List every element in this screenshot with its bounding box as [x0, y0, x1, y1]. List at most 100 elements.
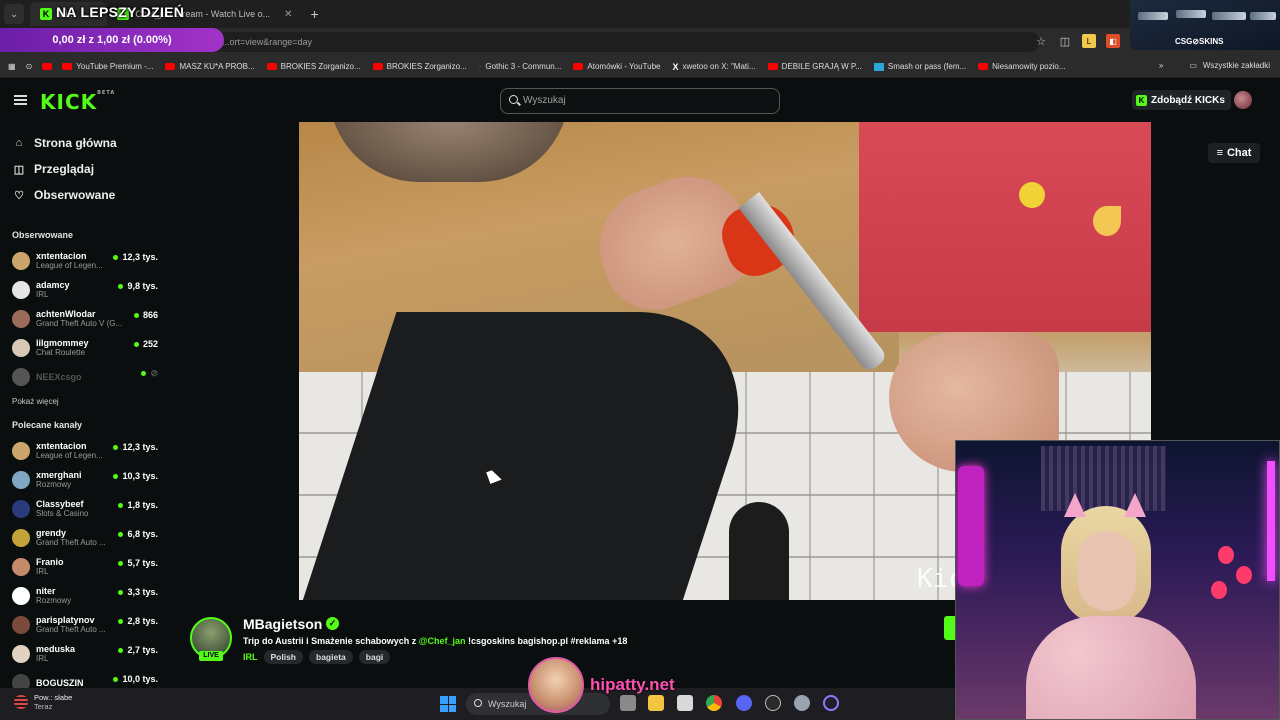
channel-info: NEEXcsgo — [36, 372, 82, 382]
viewer-count: 12,3 tys. — [113, 252, 158, 262]
sidebar-channel[interactable]: xntentacion League of Legen... 12,3 tys. — [0, 246, 170, 275]
sidebar-channel[interactable]: niter Rozmowy 3,3 tys. — [0, 581, 170, 610]
bookmark-item[interactable]: Atomówki - YouTube — [573, 62, 660, 71]
show-more-link[interactable]: Pokaż więcej — [0, 397, 170, 406]
tab-search-button[interactable]: ⌄ — [4, 4, 24, 24]
chrome-icon[interactable] — [706, 695, 722, 711]
viewer-count: 2,7 tys. — [118, 645, 158, 655]
weapon-skin-image — [1250, 12, 1276, 20]
avatar — [12, 280, 30, 299]
star-icon[interactable]: ☆ — [1034, 34, 1048, 48]
channel-category: Grand Theft Auto V (G... — [36, 319, 123, 328]
streamer-watermark-text: hipatty.net — [590, 675, 675, 694]
logo-text: KICK — [40, 90, 98, 114]
channel-info: niter Rozmowy — [36, 586, 71, 605]
heart-icon: ♡ — [14, 189, 24, 202]
bookmark-item[interactable]: · Gothic 3 - Commun... — [479, 62, 562, 71]
category-link[interactable]: IRL — [243, 652, 258, 662]
bookmark-item[interactable]: Niesamowity pozio... — [978, 62, 1066, 71]
settings-icon[interactable] — [794, 695, 810, 711]
search-input[interactable]: Wyszukaj — [500, 88, 780, 114]
new-tab-button[interactable]: + — [311, 6, 319, 22]
youtube-icon — [767, 63, 778, 70]
sidebar-channel[interactable]: xntentacion League of Legen... 12,3 tys. — [0, 436, 170, 465]
bookmark-item[interactable]: Xxwetoo on X: "Mati... — [672, 62, 755, 72]
webcam-frame — [958, 466, 984, 586]
channel-name: xntentacion — [36, 441, 87, 451]
menu-icon[interactable] — [14, 95, 27, 105]
webcam-frame — [1041, 446, 1166, 511]
extension-icon[interactable]: ◧ — [1106, 34, 1120, 48]
tag-pill[interactable]: bagieta — [309, 650, 353, 664]
chat-icon: ≡ — [1216, 147, 1223, 159]
recommended-section-title: Polecane kanały — [12, 420, 83, 430]
sidebar-channel[interactable]: NEEXcsgo ⊘ — [0, 362, 170, 391]
x-icon: X — [672, 61, 679, 72]
tag-pill[interactable]: Polish — [263, 650, 304, 664]
channel-name: adamcy — [36, 280, 70, 290]
address-input[interactable]: ...ort=view&range=day — [200, 32, 1040, 52]
beta-label: BETA — [97, 90, 116, 96]
sidebar-channel[interactable]: parisplatynov Grand Theft Auto ... 2,8 tys… — [0, 610, 170, 639]
get-kicks-button[interactable]: K Zdobądź KICKs — [1132, 90, 1231, 110]
sidebar-channel[interactable]: achtenWlodar Grand Theft Auto V (G... 866 — [0, 304, 170, 333]
tag-pill[interactable]: bagi — [358, 650, 391, 664]
folder-icon: ▭ — [1189, 61, 1197, 70]
bookmark-item[interactable]: YouTube Premium -... — [62, 62, 153, 71]
sidebar-channel[interactable]: BOGUSZIN 10,0 tys. — [0, 668, 170, 688]
windows-start-icon[interactable] — [440, 696, 456, 712]
bookmark-item[interactable]: BROKIES Zorganizo... — [372, 62, 467, 71]
youtube-icon — [573, 63, 584, 70]
sidebar-item-following[interactable]: ♡ Obserwowane — [0, 182, 170, 208]
sidebar-channel[interactable]: meduska IRL 2,7 tys. — [0, 639, 170, 668]
sidebar-item-home[interactable]: ⌂ Strona główna — [0, 130, 170, 156]
extension-icon[interactable]: ◫ — [1058, 34, 1072, 48]
channel-info: grendy Grand Theft Auto ... — [36, 528, 106, 547]
youtube-icon[interactable] — [42, 63, 53, 70]
sidebar-channel[interactable]: lilgmommey Chat Roulette 252 — [0, 333, 170, 362]
sidebar-item-browse[interactable]: ◫ Przeglądaj — [0, 156, 170, 182]
app-icon[interactable] — [765, 695, 781, 711]
bookmark-label: BROKIES Zorganizo... — [280, 62, 361, 71]
chat-button-label: Chat — [1226, 147, 1252, 159]
chat-toggle-button[interactable]: ≡ Chat — [1208, 143, 1260, 163]
channel-category: IRL — [36, 654, 49, 663]
weapon-skin-image — [1138, 12, 1168, 20]
chevron-right-icon[interactable]: » — [1159, 61, 1163, 70]
video-frame — [729, 502, 789, 600]
avatar[interactable] — [1234, 91, 1252, 109]
video-frame — [1019, 182, 1045, 208]
store-icon[interactable] — [677, 695, 693, 711]
viewer-count: 10,3 tys. — [113, 471, 158, 481]
kick-logo[interactable]: KICKBETA — [40, 90, 115, 114]
app-icon[interactable] — [823, 695, 839, 711]
weather-widget[interactable]: Pow.: słabe Teraz — [14, 693, 72, 711]
bookmark-item[interactable]: MASZ KU*A PROB... — [165, 62, 255, 71]
sidebar-channel[interactable]: adamcy IRL 9,8 tys. — [0, 275, 170, 304]
avatar — [12, 586, 30, 605]
channel-info: BOGUSZIN — [36, 678, 84, 688]
page-icon — [873, 62, 884, 71]
webcam-overlay — [955, 440, 1280, 720]
mention-link[interactable]: @Chef_jan — [419, 636, 466, 646]
bookmark-label: MASZ KU*A PROB... — [179, 62, 255, 71]
sidebar-item-label: Obserwowane — [34, 188, 116, 202]
sidebar-channel[interactable]: Classybeef Slots & Casino 1,8 tys. — [0, 494, 170, 523]
sidebar-channel[interactable]: grendy Grand Theft Auto ... 6,8 tys. — [0, 523, 170, 552]
all-bookmarks[interactable]: » ▭ Wszystkie zakładki — [1159, 61, 1270, 70]
streamer-name[interactable]: MBagietson — [243, 616, 322, 632]
browser-tab-bar: ⌄ K Mi... ✕ K Chef_jan Stream - Watch Li… — [0, 0, 1280, 28]
close-icon[interactable]: ✕ — [284, 9, 292, 20]
bookmark-item[interactable]: BROKIES Zorganizo... — [266, 62, 361, 71]
bookmark-item[interactable]: DEBILE GRAJĄ W P... — [767, 62, 862, 71]
sidebar: ⌂ Strona główna ◫ Przeglądaj ♡ Obserwowane … — [0, 122, 170, 688]
bookmark-item[interactable]: Smash or pass (fem... — [873, 62, 966, 71]
sidebar-channel[interactable]: xmerghani Rozmowy 10,3 tys. — [0, 465, 170, 494]
sidebar-channel[interactable]: Franio IRL 5,7 tys. — [0, 552, 170, 581]
extension-icon[interactable]: L — [1082, 34, 1096, 48]
bookmark-icon[interactable]: ⊙ — [26, 62, 33, 71]
discord-icon[interactable] — [736, 695, 752, 711]
apps-icon[interactable]: ▦ — [8, 62, 16, 71]
webcam-frame — [1078, 531, 1136, 611]
bookmark-label: DEBILE GRAJĄ W P... — [781, 62, 862, 71]
